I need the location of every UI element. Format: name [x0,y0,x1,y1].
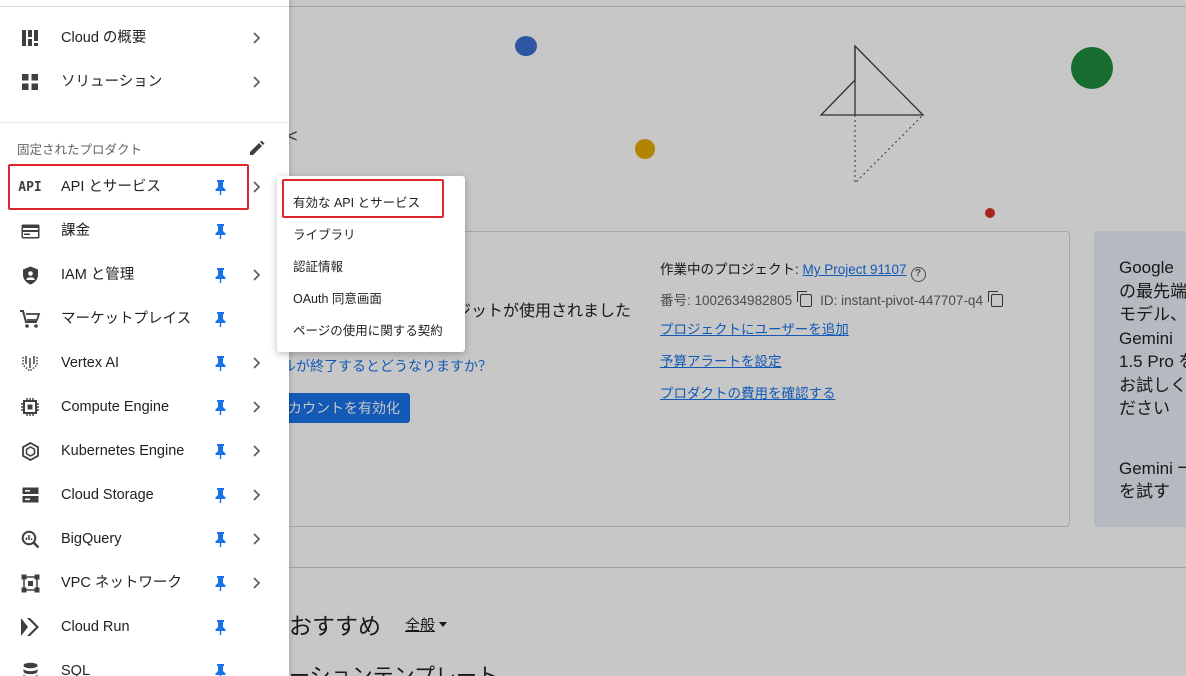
kubernetes-icon [19,440,41,462]
chevron-right-icon [253,577,261,589]
nav-item-label: Cloud Run [61,619,130,635]
pin-icon[interactable] [214,619,227,635]
edit-pencil-icon[interactable] [248,140,265,157]
chip-icon [19,396,41,418]
pin-icon[interactable] [214,487,227,503]
nav-top-divider [0,6,289,7]
pin-icon[interactable] [214,311,227,327]
api-services-highlight-box [8,164,249,210]
nav-item-label: Cloud の概要 [61,30,147,46]
nav-item-iam-admin[interactable]: IAM と管理 [0,253,289,297]
nav-item-vpc-network[interactable]: VPC ネットワーク [0,561,289,605]
nav-item-marketplace[interactable]: マーケットプレイス [0,297,289,341]
shield-icon [19,264,41,286]
pin-icon[interactable] [214,443,227,459]
nav-item-label: VPC ネットワーク [61,575,182,591]
nav-item-label: Cloud Storage [61,487,154,503]
chevron-right-icon [253,445,261,457]
nav-item-label: IAM と管理 [61,267,135,283]
nav-item-label: Kubernetes Engine [61,443,185,459]
nav-item-label: BigQuery [61,531,122,547]
nav-item-cloud-run[interactable]: Cloud Run [0,605,289,649]
nav-item-kubernetes-engine[interactable]: Kubernetes Engine [0,429,289,473]
nav-item-label: マーケットプレイス [61,311,192,327]
bigquery-icon [19,528,41,550]
nav-item-label: SQL [61,663,91,676]
nav-item-billing[interactable]: 課金 [0,209,289,253]
network-icon [19,572,41,594]
chevron-right-icon [253,489,261,501]
nav-item-label: Vertex AI [61,355,120,371]
submenu-item-library[interactable]: ライブラリ [293,224,356,243]
pin-icon[interactable] [214,267,227,283]
chevron-right-icon [253,181,261,193]
grid-icon [19,71,41,93]
enabled-apis-highlight-box [282,179,444,218]
pin-icon[interactable] [214,223,227,239]
cart-icon [19,308,41,330]
nav-section-divider [0,122,289,123]
nav-item-compute-engine[interactable]: Compute Engine [0,385,289,429]
chevron-right-icon [253,76,261,88]
vertex-ai-icon [19,352,41,374]
billing-icon [19,220,41,242]
nav-item-bigquery[interactable]: BigQuery [0,517,289,561]
pin-icon[interactable] [214,663,227,676]
pinned-section-label: 固定されたプロダクト [17,143,143,157]
pin-icon[interactable] [214,575,227,591]
sql-icon [19,660,41,676]
nav-item-label: ソリューション [61,74,163,90]
submenu-item-oauth-consent[interactable]: OAuth 同意画面 [293,288,382,307]
chevron-right-icon [253,357,261,369]
pin-icon[interactable] [214,531,227,547]
pin-icon[interactable] [214,355,227,371]
nav-item-cloud-overview[interactable]: Cloud の概要 [0,16,289,60]
chevron-right-icon [253,401,261,413]
nav-item-solutions[interactable]: ソリューション [0,60,289,104]
cloud-run-icon [19,616,41,638]
side-navigation: Cloud の概要 ソリューション 固定されたプロダクト API API とサー… [0,0,289,676]
chevron-right-icon [253,269,261,281]
dashboard-icon [19,27,41,49]
submenu-item-credentials[interactable]: 認証情報 [293,256,343,275]
chevron-right-icon [253,32,261,44]
chevron-right-icon [253,533,261,545]
pin-icon[interactable] [214,399,227,415]
nav-item-vertex-ai[interactable]: Vertex AI [0,341,289,385]
nav-item-sql[interactable]: SQL [0,649,289,676]
submenu-item-page-usage-agreement[interactable]: ページの使用に関する契約 [293,320,443,339]
storage-icon [19,484,41,506]
nav-item-label: Compute Engine [61,399,170,415]
nav-item-label: 課金 [61,223,90,239]
nav-item-cloud-storage[interactable]: Cloud Storage [0,473,289,517]
